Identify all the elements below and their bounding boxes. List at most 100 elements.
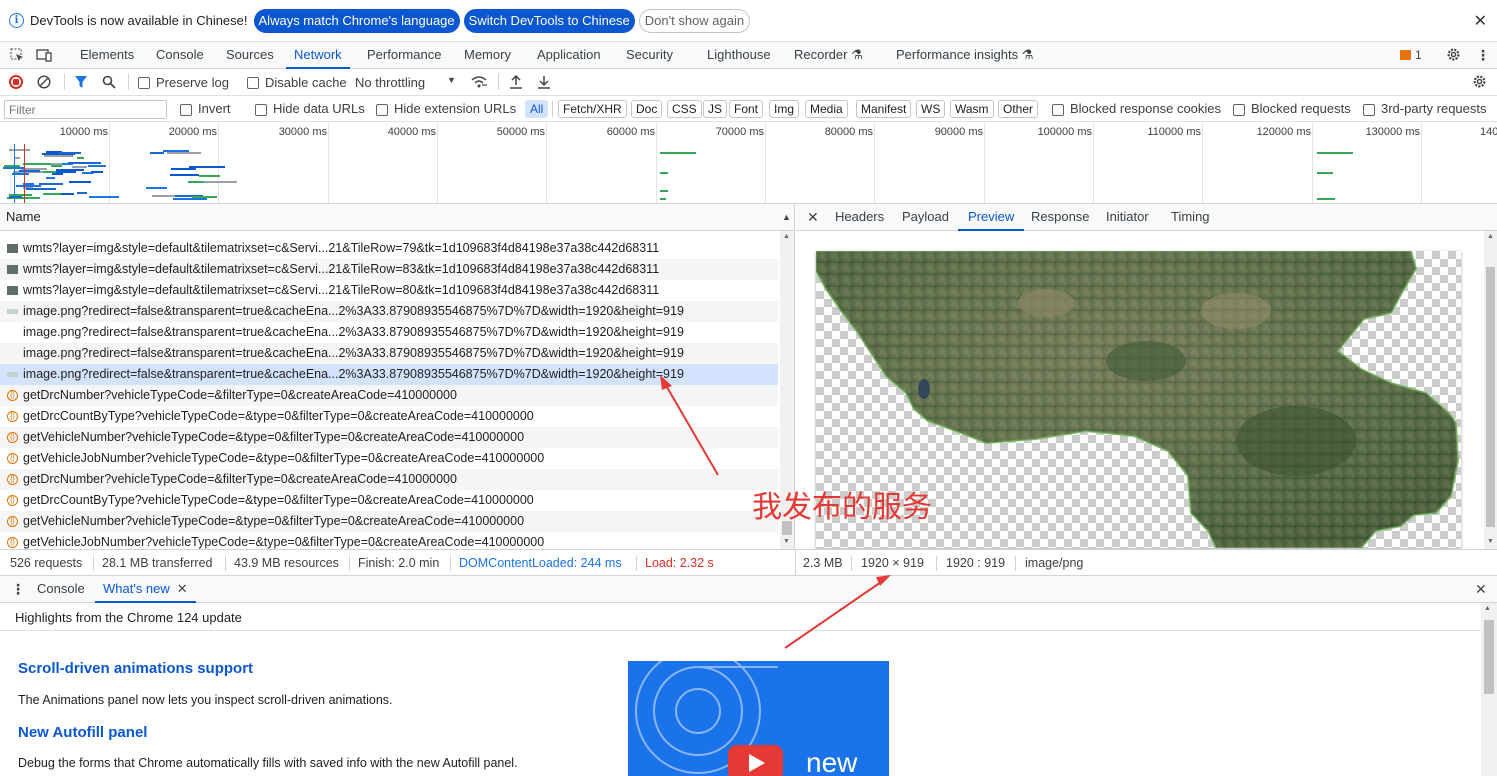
- switch-language-button[interactable]: Switch DevTools to Chinese: [463, 8, 635, 33]
- network-overview-timeline[interactable]: 10000 ms 20000 ms 30000 ms 40000 ms 5000…: [0, 122, 1497, 204]
- request-row[interactable]: {} getVehicleNumber?vehicleTypeCode=&type…: [0, 511, 778, 532]
- tab-security[interactable]: Security: [626, 42, 673, 69]
- blocked-cookies-label[interactable]: Blocked response cookies: [1070, 101, 1221, 116]
- drawer-menu-icon[interactable]: ⋮: [11, 580, 25, 598]
- scrollbar-thumb[interactable]: [1486, 267, 1495, 527]
- chevron-down-icon[interactable]: ▼: [447, 75, 456, 85]
- device-toolbar-icon[interactable]: [36, 48, 53, 62]
- tab-performance[interactable]: Performance: [367, 42, 441, 69]
- scroll-down-icon[interactable]: ▼: [1487, 538, 1494, 545]
- drawer-tab-console[interactable]: Console: [37, 576, 85, 603]
- tab-elements[interactable]: Elements: [80, 42, 134, 69]
- record-stop-icon[interactable]: [9, 75, 23, 89]
- tab-timing[interactable]: Timing: [1171, 204, 1210, 231]
- sort-ascending-icon[interactable]: ▲: [782, 204, 791, 230]
- close-drawer-icon[interactable]: ✕: [1475, 581, 1487, 598]
- drawer-scrollbar[interactable]: ▲: [1481, 603, 1497, 776]
- filter-type-fetch-xhr[interactable]: Fetch/XHR: [558, 100, 627, 118]
- tab-network[interactable]: Network: [286, 42, 350, 69]
- export-har-icon[interactable]: [537, 75, 551, 89]
- tab-preview[interactable]: Preview: [958, 204, 1025, 231]
- tab-recorder[interactable]: Recorder ⚗: [794, 42, 863, 69]
- drawer-tab-whats-new[interactable]: What's new ✕: [95, 576, 196, 603]
- tab-sources[interactable]: Sources: [226, 42, 274, 69]
- request-row[interactable]: {} getDrcCountByType?vehicleTypeCode=&typ…: [0, 406, 778, 427]
- blocked-requests-label[interactable]: Blocked requests: [1251, 101, 1351, 116]
- close-tab-icon[interactable]: ✕: [177, 581, 188, 596]
- close-details-icon[interactable]: ✕: [807, 209, 819, 226]
- request-row[interactable]: wmts?layer=img&style=default&tilematrixs…: [0, 238, 778, 259]
- filter-input[interactable]: [4, 100, 167, 119]
- scrollbar-thumb[interactable]: [1484, 620, 1494, 694]
- request-row[interactable]: image.png?redirect=false&transparent=tru…: [0, 301, 778, 322]
- disable-cache-checkbox[interactable]: [247, 75, 259, 89]
- filter-type-manifest[interactable]: Manifest: [856, 100, 912, 118]
- scroll-up-icon[interactable]: ▲: [783, 233, 790, 240]
- request-row[interactable]: image.png?redirect=false&transparent=tru…: [0, 322, 778, 343]
- tab-initiator[interactable]: Initiator: [1106, 204, 1149, 231]
- preview-scrollbar[interactable]: ▲ ▼: [1484, 231, 1497, 549]
- third-party-checkbox[interactable]: [1363, 102, 1375, 116]
- feature-title-autofill[interactable]: New Autofill panel: [18, 724, 147, 741]
- request-row[interactable]: {} getDrcNumber?vehicleTypeCode=&filterTy…: [0, 385, 778, 406]
- tab-headers[interactable]: Headers: [835, 204, 884, 231]
- preserve-log-checkbox[interactable]: [138, 75, 150, 89]
- network-conditions-icon[interactable]: [471, 75, 487, 89]
- search-icon[interactable]: [102, 75, 116, 89]
- tab-performance-insights[interactable]: Performance insights ⚗: [896, 42, 1033, 69]
- clear-icon[interactable]: [37, 75, 51, 89]
- settings-gear-icon[interactable]: [1446, 47, 1461, 62]
- import-har-icon[interactable]: [509, 75, 523, 89]
- invert-checkbox[interactable]: [180, 102, 192, 116]
- hide-data-urls-label[interactable]: Hide data URLs: [273, 101, 365, 116]
- request-row[interactable]: {} getDrcNumber?vehicleTypeCode=&filterTy…: [0, 469, 778, 490]
- blocked-cookies-checkbox[interactable]: [1052, 102, 1064, 116]
- request-row[interactable]: image.png?redirect=false&transparent=tru…: [0, 364, 778, 385]
- tab-response[interactable]: Response: [1031, 204, 1090, 231]
- issues-icon[interactable]: [1400, 50, 1411, 60]
- blocked-requests-checkbox[interactable]: [1233, 102, 1245, 116]
- filter-type-all[interactable]: All: [525, 100, 549, 118]
- name-column-header[interactable]: Name: [6, 209, 41, 224]
- request-list-header[interactable]: Name ▲: [0, 204, 794, 231]
- filter-funnel-icon[interactable]: [74, 75, 88, 89]
- filter-type-img[interactable]: Img: [769, 100, 800, 118]
- tab-payload[interactable]: Payload: [902, 204, 949, 231]
- request-row[interactable]: image.png?redirect=false&transparent=tru…: [0, 343, 778, 364]
- hide-extension-urls-label[interactable]: Hide extension URLs: [394, 101, 516, 116]
- filter-type-media[interactable]: Media: [805, 100, 848, 118]
- feature-title-scroll-animations[interactable]: Scroll-driven animations support: [18, 660, 253, 677]
- filter-type-css[interactable]: CSS: [667, 100, 702, 118]
- tab-lighthouse[interactable]: Lighthouse: [707, 42, 771, 69]
- third-party-label[interactable]: 3rd-party requests: [1381, 101, 1487, 116]
- filter-type-ws[interactable]: WS: [916, 100, 946, 118]
- whats-new-video-thumbnail[interactable]: new: [628, 661, 889, 776]
- inspect-element-icon[interactable]: [10, 48, 24, 62]
- hide-data-urls-checkbox[interactable]: [255, 102, 267, 116]
- filter-type-font[interactable]: Font: [729, 100, 764, 118]
- filter-type-doc[interactable]: Doc: [631, 100, 663, 118]
- more-options-icon[interactable]: ⋮: [1476, 46, 1490, 64]
- network-settings-gear-icon[interactable]: [1472, 74, 1487, 89]
- tab-application[interactable]: Application: [537, 42, 601, 69]
- scroll-down-icon[interactable]: ▼: [783, 538, 790, 545]
- request-row[interactable]: {} getDrcCountByType?vehicleTypeCode=&typ…: [0, 490, 778, 511]
- throttling-select[interactable]: No throttling: [355, 75, 425, 90]
- scroll-up-icon[interactable]: ▲: [1487, 233, 1494, 240]
- filter-type-wasm[interactable]: Wasm: [950, 100, 994, 118]
- hide-extension-urls-checkbox[interactable]: [376, 102, 388, 116]
- invert-label[interactable]: Invert: [198, 101, 231, 116]
- request-row[interactable]: {} getVehicleNumber?vehicleTypeCode=&type…: [0, 427, 778, 448]
- request-row[interactable]: wmts?layer=img&style=default&tilematrixs…: [0, 280, 778, 301]
- request-row[interactable]: wmts?layer=img&style=default&tilematrixs…: [0, 259, 778, 280]
- scroll-up-icon[interactable]: ▲: [1484, 605, 1491, 612]
- dont-show-again-button[interactable]: Don't show again: [638, 8, 751, 33]
- close-icon[interactable]: ✕: [1474, 11, 1487, 31]
- disable-cache-label[interactable]: Disable cache: [265, 75, 347, 90]
- tab-memory[interactable]: Memory: [464, 42, 511, 69]
- request-row[interactable]: {} getVehicleJobNumber?vehicleTypeCode=&t…: [0, 448, 778, 469]
- tab-console[interactable]: Console: [156, 42, 204, 69]
- preserve-log-label[interactable]: Preserve log: [156, 75, 229, 90]
- match-language-button[interactable]: Always match Chrome's language: [253, 8, 460, 33]
- issues-count[interactable]: 1: [1415, 48, 1422, 62]
